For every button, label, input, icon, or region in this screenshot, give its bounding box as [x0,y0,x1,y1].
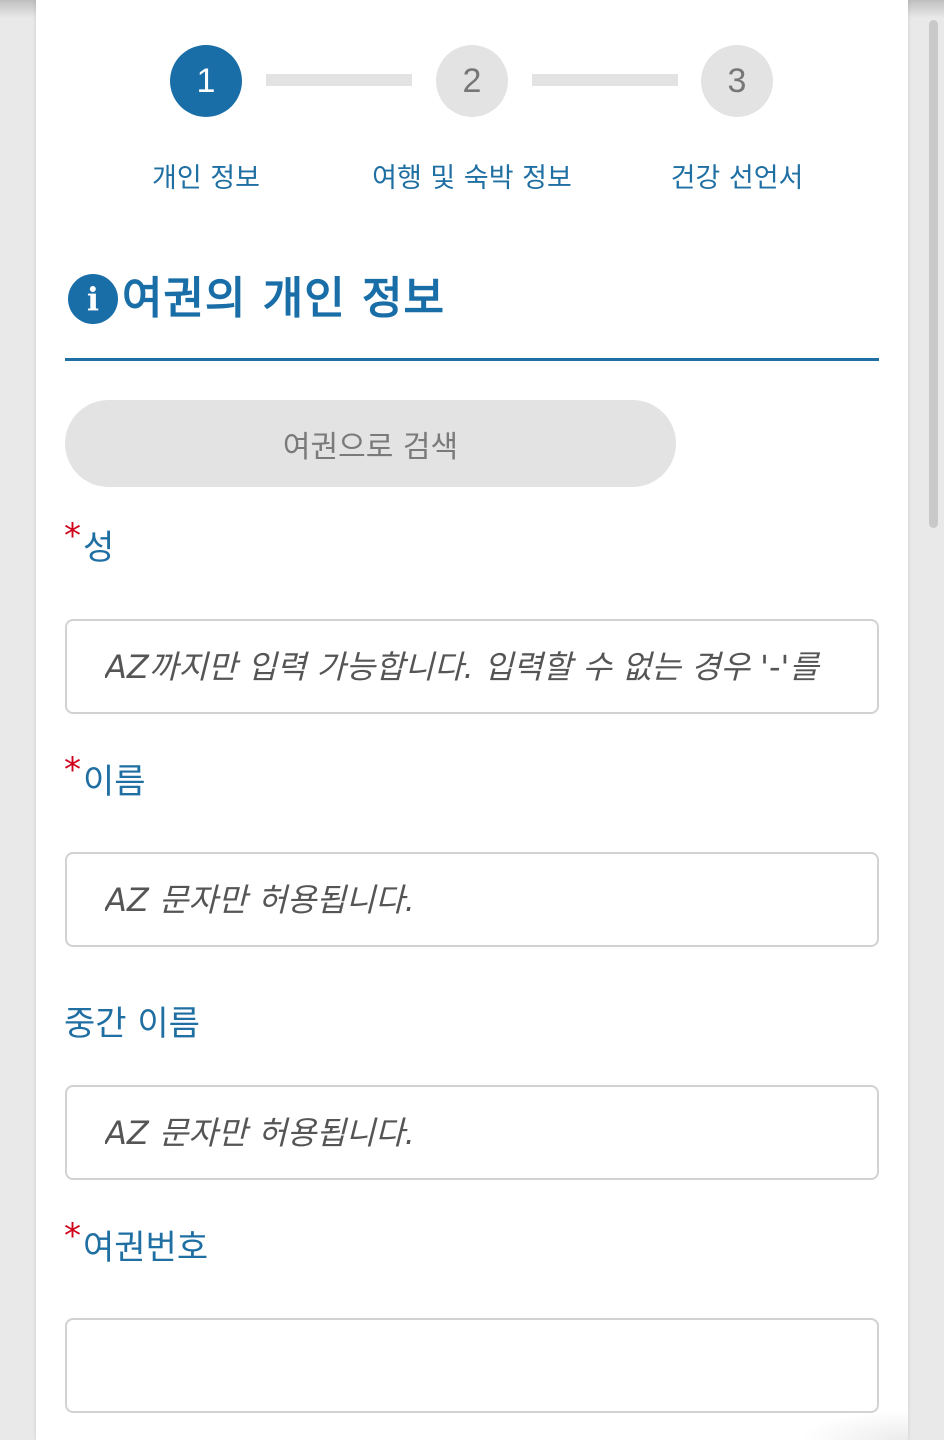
step-3-label[interactable]: 건강 선언서 [607,156,867,195]
middle-name-label: 중간 이름 [64,996,200,1045]
step-2-circle[interactable]: 2 [436,45,508,117]
given-name-input[interactable] [65,852,879,947]
info-icon-glyph: i [86,280,100,318]
step-2-label[interactable]: 여행 및 숙박 정보 [342,156,602,195]
step-1-circle[interactable]: 1 [170,45,242,117]
step-1-label[interactable]: 개인 정보 [76,156,336,195]
info-icon: i [68,274,118,324]
section-divider [65,358,879,361]
step-connector-1 [266,74,412,86]
surname-label: *성 [64,516,115,569]
bottom-corner-shadow [800,1410,908,1440]
search-by-passport-button[interactable]: 여권으로 검색 [65,400,676,487]
surname-label-text: 성 [83,528,115,568]
given-name-label-text: 이름 [83,762,146,802]
middle-name-label-text: 중간 이름 [64,1004,200,1044]
passport-number-input[interactable] [65,1318,879,1413]
required-asterisk: * [64,1216,81,1256]
step-connector-2 [532,74,678,86]
step-3-circle[interactable]: 3 [701,45,773,117]
section-header: i 여권의 개인 정보 [68,262,445,326]
step-2-number: 2 [462,61,482,100]
passport-number-label: *여권번호 [64,1216,209,1269]
surname-input[interactable] [65,619,879,714]
section-title: 여권의 개인 정보 [122,273,445,324]
passport-number-label-text: 여권번호 [83,1228,209,1268]
middle-name-input[interactable] [65,1085,879,1180]
given-name-label: *이름 [64,750,146,803]
required-asterisk: * [64,750,81,790]
step-1-number: 1 [196,61,216,100]
step-3-number: 3 [727,61,747,100]
required-asterisk: * [64,516,81,556]
page-scrollbar[interactable] [929,20,938,528]
